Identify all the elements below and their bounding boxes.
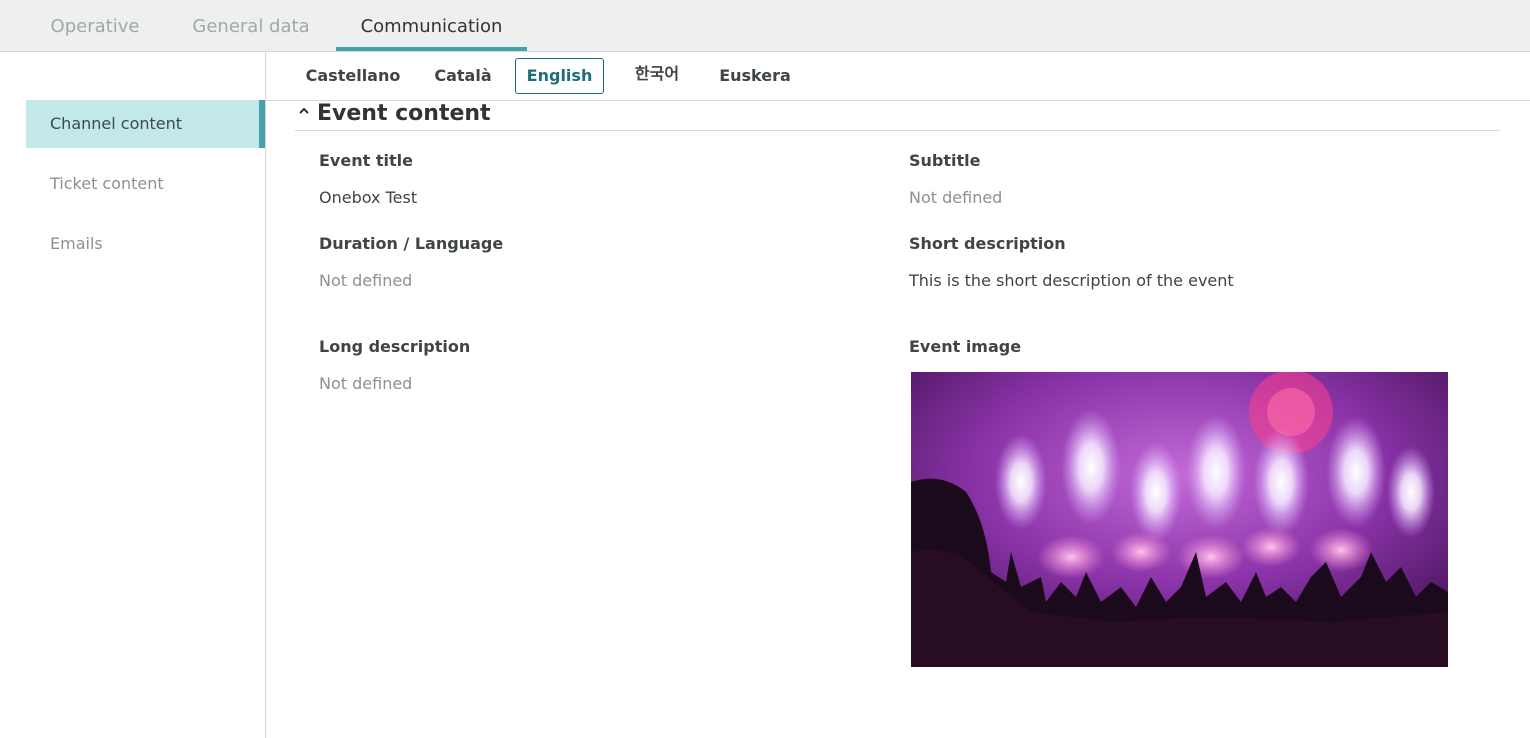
subtitle-label: Subtitle: [909, 151, 981, 170]
section-title: Event content: [317, 101, 491, 126]
short-description-label: Short description: [909, 234, 1066, 253]
sidebar: Channel content Ticket content Emails: [0, 52, 266, 738]
language-tab-catala[interactable]: Català: [423, 58, 503, 94]
subtitle-value: Not defined: [909, 188, 1003, 207]
event-content-section-header[interactable]: Event content: [295, 101, 1500, 131]
sidebar-item-channel-content[interactable]: Channel content: [26, 100, 265, 148]
short-description-value: This is the short description of the eve…: [909, 271, 1234, 290]
event-image-label: Event image: [909, 337, 1022, 356]
duration-language-value: Not defined: [319, 271, 413, 290]
sidebar-item-emails[interactable]: Emails: [26, 220, 265, 268]
sidebar-item-ticket-content[interactable]: Ticket content: [26, 160, 265, 208]
event-image: [911, 372, 1448, 667]
language-tab-korean[interactable]: 한국어: [618, 56, 696, 92]
duration-language-label: Duration / Language: [319, 234, 504, 253]
long-description-value: Not defined: [319, 374, 413, 393]
top-tab-bar: Operative General data Communication: [0, 0, 1530, 52]
tab-communication[interactable]: Communication: [336, 0, 527, 52]
language-tab-bar: Castellano Català English 한국어 Euskera: [266, 52, 1530, 101]
long-description-label: Long description: [319, 337, 471, 356]
event-title-label: Event title: [319, 151, 413, 170]
language-tab-euskera[interactable]: Euskera: [712, 58, 798, 94]
language-tab-english[interactable]: English: [515, 58, 604, 94]
active-tab-indicator: [336, 47, 527, 51]
tab-general-data[interactable]: General data: [178, 0, 324, 52]
chevron-up-icon[interactable]: [298, 105, 310, 121]
tab-operative[interactable]: Operative: [36, 0, 154, 52]
language-tab-castellano[interactable]: Castellano: [299, 58, 407, 94]
event-title-value: Onebox Test: [319, 188, 418, 207]
